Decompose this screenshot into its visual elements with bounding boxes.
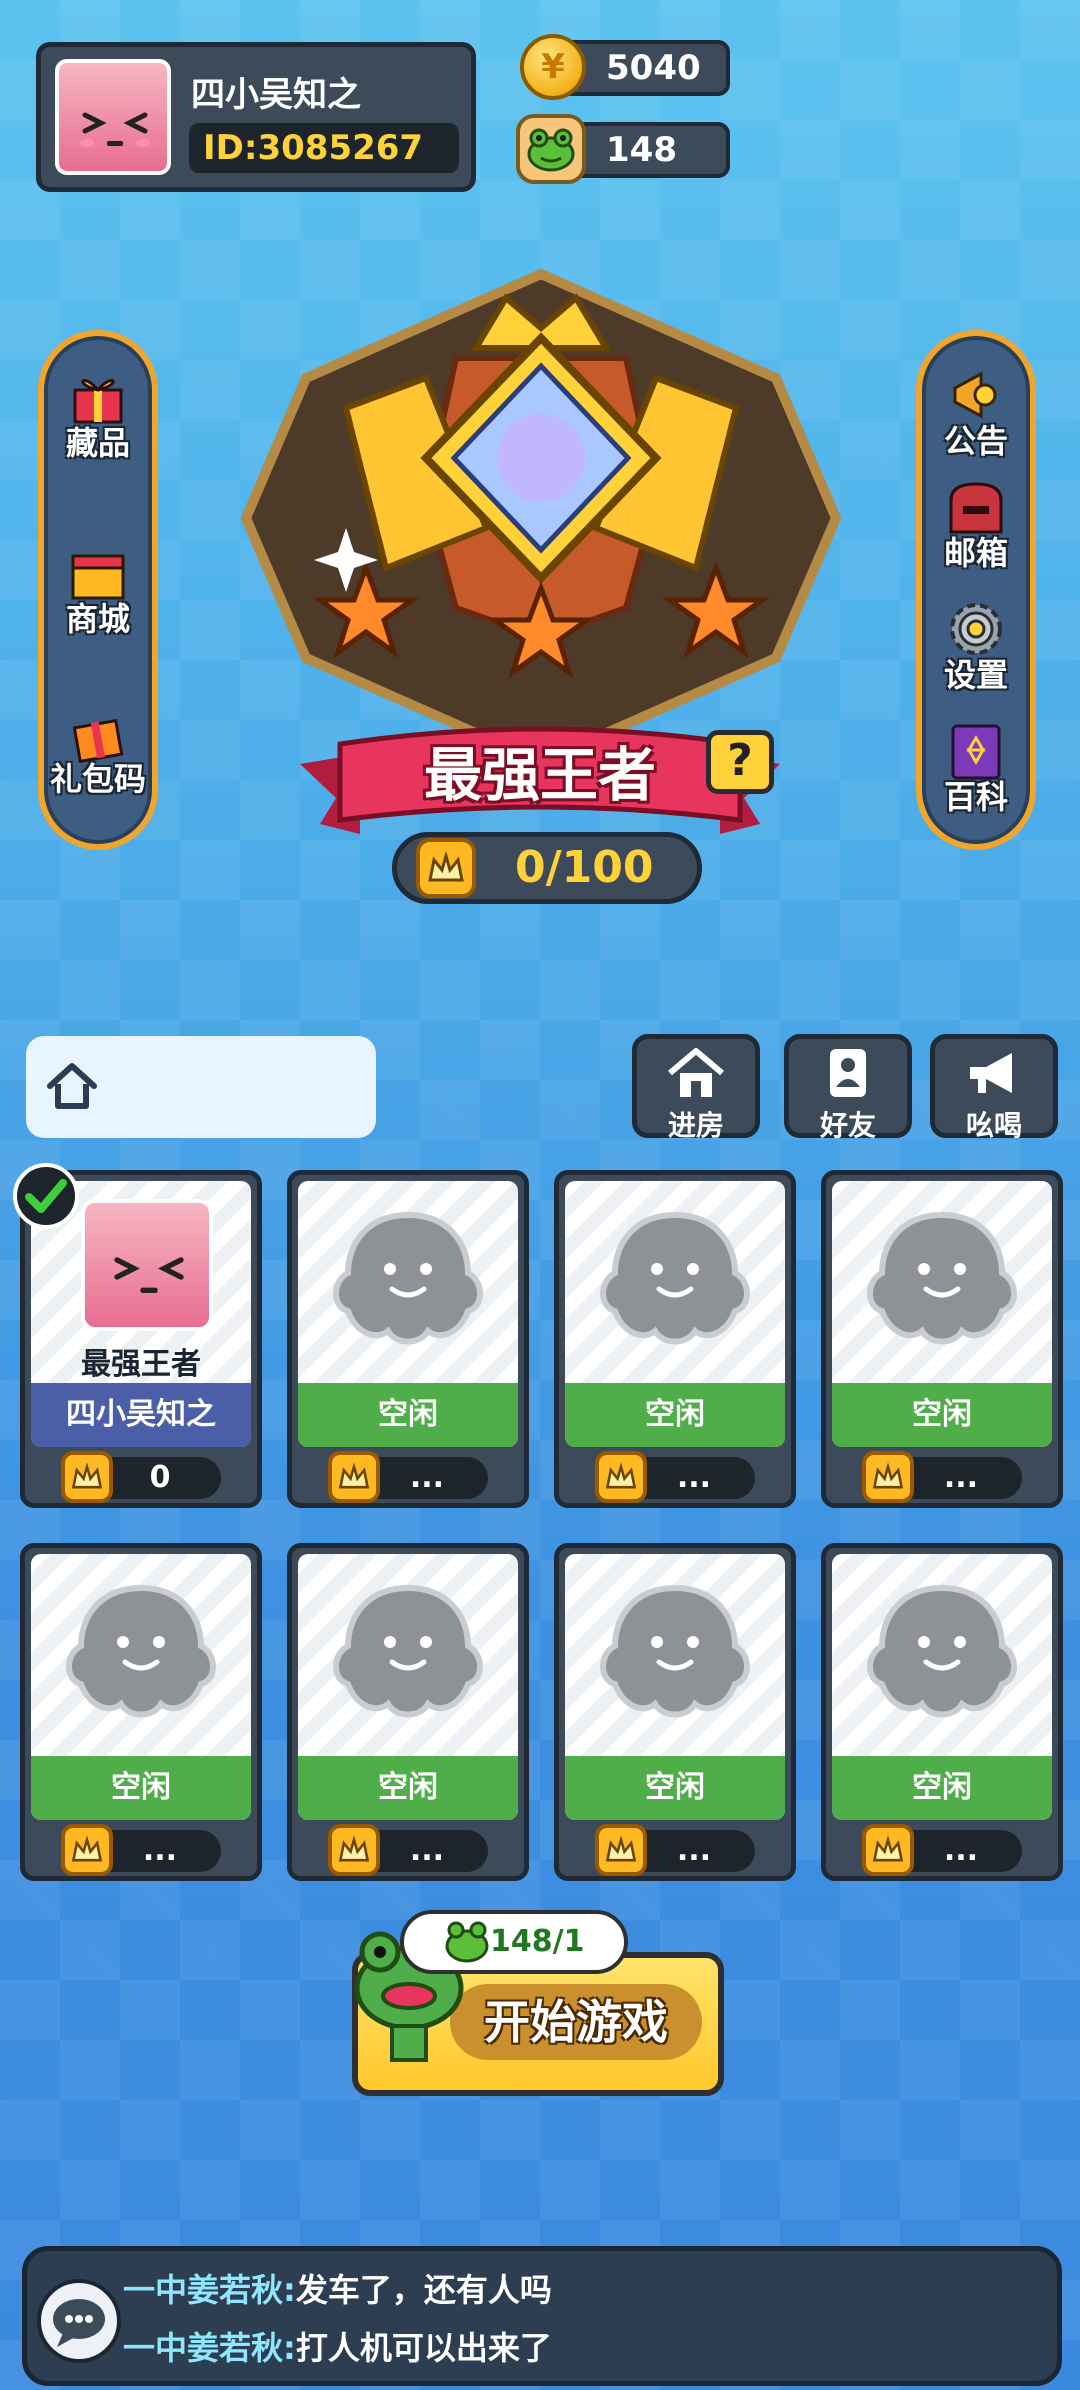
chat-message: 一中姜若秋:打人机可以出来了 (123, 2323, 552, 2369)
slot-portrait: 空闲 (832, 1181, 1052, 1447)
menu-mailbox[interactable]: 邮箱 (922, 476, 1030, 574)
empty-slot-ghost-icon (867, 1584, 1017, 1718)
frog-count: 148 (606, 130, 677, 170)
slot-status: 空闲 (298, 1756, 518, 1820)
empty-slot-ghost-icon (333, 1211, 483, 1345)
crown-icon (328, 1451, 380, 1503)
menu-settings[interactable]: 设置 (922, 598, 1030, 696)
ready-check-icon (13, 1163, 79, 1229)
player-slot[interactable]: 空闲 ... (554, 1170, 796, 1508)
coin-icon: ¥ (520, 34, 586, 100)
slot-status: 空闲 (298, 1383, 518, 1447)
slot-status: 空闲 (31, 1756, 251, 1820)
crown-icon (61, 1451, 113, 1503)
contacts-icon (830, 1049, 866, 1097)
player-slot[interactable]: 空闲 ... (821, 1170, 1063, 1508)
rank-help-button[interactable]: ? (706, 730, 774, 794)
menu-gift-code-label: 礼包码 (49, 760, 146, 798)
player-slot[interactable]: 空闲 ... (287, 1543, 529, 1881)
chat-message: 一中姜若秋:发车了，还有人吗 (123, 2265, 552, 2311)
emblem-gem-glow (497, 414, 585, 502)
slot-avatar (81, 1199, 213, 1331)
chat-panel[interactable]: 一中姜若秋:发车了，还有人吗 一中姜若秋:打人机可以出来了 (22, 2246, 1062, 2386)
crown-icon (416, 838, 476, 898)
menu-announcement-label: 公告 (943, 422, 1008, 460)
menu-settings-label: 设置 (943, 656, 1008, 694)
coin-count: 5040 (606, 48, 701, 88)
empty-slot-ghost-icon (600, 1584, 750, 1718)
shout-button[interactable]: 吆喝 (930, 1034, 1058, 1142)
chat-sender: 一中姜若秋: (123, 2329, 296, 2367)
slot-portrait: 空闲 (565, 1181, 785, 1447)
empty-slot-ghost-icon (600, 1211, 750, 1345)
slot-portrait: 空闲 (31, 1554, 251, 1820)
right-side-menu: 公告 邮箱 设置 百科 (916, 330, 1036, 850)
crown-icon (61, 1824, 113, 1876)
slot-status: 空闲 (565, 1383, 785, 1447)
chat-bubble-icon[interactable] (37, 2279, 121, 2363)
slot-portrait: 空闲 (298, 1181, 518, 1447)
player-id: ID:3085267 (189, 123, 459, 173)
menu-announcement[interactable]: 公告 (922, 364, 1030, 462)
slot-portrait: 空闲 (298, 1554, 518, 1820)
slot-portrait: 空闲 (832, 1554, 1052, 1820)
slot-rank: 最强王者 (81, 1347, 201, 1382)
shout-label: 吆喝 (965, 1109, 1022, 1142)
empty-slot-ghost-icon (66, 1584, 216, 1718)
player-slot[interactable]: 空闲 ... (554, 1543, 796, 1881)
start-cost: 148/1 (400, 1910, 628, 1974)
crown-icon (328, 1824, 380, 1876)
slot-portrait: 空闲 (565, 1554, 785, 1820)
frog-ticket-icon (516, 114, 586, 184)
room-search-input[interactable] (26, 1036, 376, 1138)
menu-collection[interactable]: 藏品 (44, 366, 152, 464)
left-side-menu: 藏品 商城 礼包码 (38, 330, 158, 850)
join-room-label: 进房 (667, 1109, 724, 1142)
chat-text: 发车了，还有人吗 (295, 2271, 552, 2309)
menu-encyclopedia-label: 百科 (943, 778, 1008, 816)
frog-cost-icon (445, 1921, 489, 1963)
crown-icon (862, 1451, 914, 1503)
rank-emblem[interactable] (236, 268, 846, 768)
chat-sender: 一中姜若秋: (123, 2271, 296, 2309)
start-cost-text: 148/1 (490, 1924, 585, 1959)
player-slot[interactable]: 最强王者 四小吴知之 0 (13, 1163, 262, 1508)
house-icon (668, 1048, 724, 1097)
crown-icon (595, 1451, 647, 1503)
menu-gift-code[interactable]: 礼包码 (44, 702, 152, 800)
empty-slot-ghost-icon (867, 1211, 1017, 1345)
home-icon (47, 1063, 97, 1109)
chat-text: 打人机可以出来了 (295, 2329, 552, 2367)
menu-shop[interactable]: 商城 (44, 542, 152, 640)
profile-card[interactable]: 四小吴知之 ID:3085267 (36, 42, 476, 192)
slot-status: 空闲 (832, 1756, 1052, 1820)
player-slot[interactable]: 空闲 ... (287, 1170, 529, 1508)
rank-progress-text: 0/100 (515, 842, 654, 893)
crown-icon (862, 1824, 914, 1876)
slot-status: 空闲 (565, 1756, 785, 1820)
crown-icon (595, 1824, 647, 1876)
start-game-label: 开始游戏 (450, 1984, 702, 2060)
slot-status: 空闲 (832, 1383, 1052, 1447)
menu-mailbox-label: 邮箱 (943, 534, 1008, 572)
slot-status: 四小吴知之 (31, 1383, 251, 1447)
megaphone-icon (970, 1053, 1012, 1093)
join-room-button[interactable]: 进房 (632, 1034, 760, 1142)
player-slot[interactable]: 空闲 ... (821, 1543, 1063, 1881)
player-nickname: 四小吴知之 (191, 75, 361, 115)
empty-slot-ghost-icon (333, 1584, 483, 1718)
menu-shop-label: 商城 (65, 600, 130, 638)
avatar (55, 59, 171, 175)
menu-collection-label: 藏品 (65, 424, 130, 462)
menu-encyclopedia[interactable]: 百科 (922, 720, 1030, 818)
friends-button[interactable]: 好友 (784, 1034, 912, 1142)
player-slot[interactable]: 空闲 ... (20, 1543, 262, 1881)
friends-label: 好友 (819, 1109, 876, 1142)
